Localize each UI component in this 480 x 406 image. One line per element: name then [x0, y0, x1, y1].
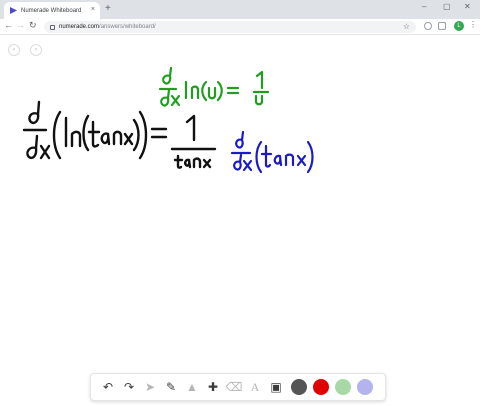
green-formula-ink [158, 66, 270, 107]
back-icon[interactable]: ← [4, 21, 13, 30]
browser-window: Numerade Whiteboard × + – ▢ ✕ ← → ↻ nume… [0, 0, 480, 406]
maximize-button[interactable]: ▢ [443, 3, 451, 11]
extension-icon[interactable] [424, 22, 432, 30]
avatar[interactable]: L [454, 21, 464, 31]
pen-tool-button[interactable]: ✎ [162, 378, 180, 396]
tab-strip: Numerade Whiteboard × + – ▢ ✕ [0, 0, 480, 19]
eraser-tool-button[interactable]: ⌫ [225, 378, 243, 396]
color-swatch-lavender[interactable] [357, 379, 373, 395]
pointer-tool-button[interactable]: ➤ [141, 378, 159, 396]
redo-button[interactable]: ↷ [120, 378, 138, 396]
text-tool-button[interactable]: A [246, 378, 264, 396]
tab-close-icon[interactable]: × [91, 6, 95, 13]
blue-derivative-ink [230, 130, 314, 174]
numerade-favicon-icon [10, 7, 17, 14]
color-swatch-red[interactable] [313, 379, 329, 395]
tool-palette: ↶ ↷ ➤ ✎ ▲ ✚ ⌫ A ▣ [90, 373, 386, 401]
url-text: numerade.com/answers/whiteboard/ [59, 24, 156, 30]
forward-icon[interactable]: → [16, 21, 25, 30]
close-window-button[interactable]: ✕ [464, 3, 471, 11]
handwritten-math [22, 66, 314, 174]
bookmark-star-icon[interactable]: ☆ [403, 22, 410, 31]
black-equation-ink [22, 100, 217, 169]
reload-icon[interactable]: ↻ [29, 21, 37, 30]
menu-dots-icon[interactable]: ⋮ [469, 21, 477, 29]
shapes-tool-button[interactable]: ▲ [183, 378, 201, 396]
minimize-button[interactable]: – [422, 3, 426, 11]
browser-toolbar: ← → ↻ numerade.com/answers/whiteboard/ ☆… [0, 19, 480, 35]
tab-numerade-whiteboard[interactable]: Numerade Whiteboard × [4, 2, 100, 19]
new-tab-button[interactable]: + [105, 4, 111, 14]
address-bar[interactable]: numerade.com/answers/whiteboard/ ☆ [44, 21, 416, 33]
extension-puzzle-icon[interactable] [438, 22, 446, 30]
color-swatch-gray[interactable] [291, 379, 307, 395]
tab-title: Numerade Whiteboard [21, 7, 82, 14]
add-tool-button[interactable]: ✚ [204, 378, 222, 396]
color-swatch-green[interactable] [335, 379, 351, 395]
image-tool-button[interactable]: ▣ [267, 378, 285, 396]
lock-icon [50, 24, 55, 30]
undo-button[interactable]: ↶ [99, 378, 117, 396]
